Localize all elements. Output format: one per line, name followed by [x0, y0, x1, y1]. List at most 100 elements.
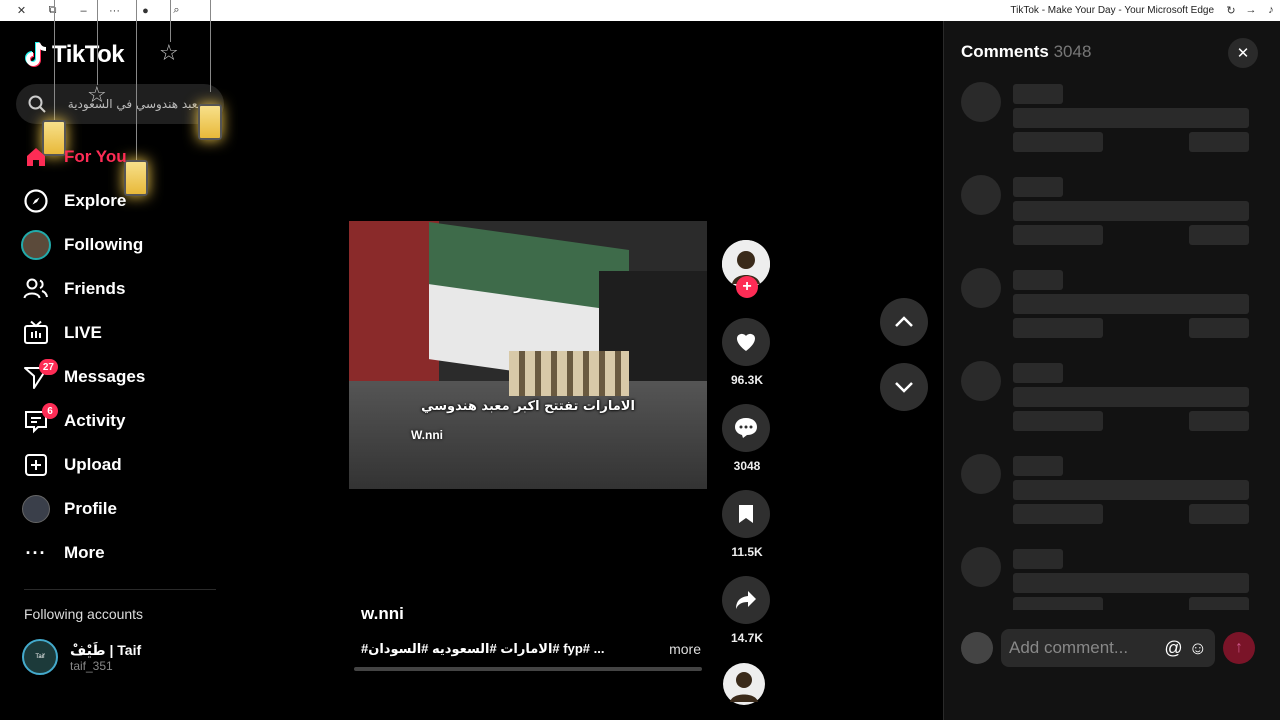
sidebar-divider — [24, 589, 216, 590]
video-player[interactable]: الامارات تفتتح اكبر معبد هندوسي W.nni — [349, 221, 707, 489]
previous-video-button[interactable] — [880, 298, 928, 346]
profile-avatar-icon — [20, 493, 52, 525]
nav-label: Following — [64, 235, 144, 254]
more-dots-icon[interactable]: ··· — [99, 0, 130, 21]
share-count: 14.7K — [730, 631, 764, 645]
nav-label: Friends — [64, 279, 126, 298]
comment-input-box[interactable]: @ ☺ — [1001, 629, 1215, 667]
comments-header: Comments 3048 — [961, 42, 1091, 62]
like-button[interactable] — [722, 318, 770, 366]
activity-icon: 6 — [20, 403, 58, 437]
tiktok-logo-icon — [25, 42, 47, 67]
arrow-up-icon: ↑ — [1235, 639, 1243, 656]
creator-avatar[interactable]: + — [722, 240, 770, 298]
nav-item-for-you[interactable]: For You — [20, 135, 220, 179]
nav-item-messages[interactable]: 27 Messages — [20, 355, 220, 399]
save-button[interactable] — [722, 490, 770, 538]
comment-input[interactable] — [1009, 638, 1159, 658]
share-button[interactable] — [722, 576, 770, 624]
nav-item-upload[interactable]: Upload — [20, 443, 220, 487]
forward-icon[interactable]: → — [1244, 3, 1258, 17]
nav-label: LIVE — [64, 323, 102, 342]
comments-count: 3048 — [1053, 42, 1092, 61]
more-button[interactable]: more — [669, 641, 701, 657]
comment-icon — [735, 418, 757, 438]
bookmark-icon — [739, 505, 753, 523]
restore-icon[interactable]: ⧉ — [37, 0, 68, 21]
nav-label: Messages — [64, 367, 146, 386]
save-count: 11.5K — [731, 545, 763, 559]
heart-icon — [736, 333, 756, 351]
nav-item-explore[interactable]: Explore — [20, 179, 220, 223]
chevron-up-icon — [895, 316, 913, 327]
nav-item-friends[interactable]: Friends — [20, 267, 220, 311]
close-comments-button[interactable]: ✕ — [1228, 38, 1258, 68]
nav-label: Upload — [64, 455, 122, 474]
nav-item-profile[interactable]: Profile — [20, 487, 220, 531]
following-avatar-icon — [20, 229, 52, 261]
comment-count: 3048 — [733, 459, 761, 473]
chevron-down-icon — [895, 382, 913, 393]
nav-item-activity[interactable]: 6 Activity — [20, 399, 220, 443]
comment-input-row: @ ☺ ↑ — [961, 629, 1261, 667]
post-comment-button[interactable]: ↑ — [1223, 632, 1255, 664]
sidebar: TikTok ☆ ☆ For You Explore Following — [0, 0, 240, 720]
search-bar[interactable] — [16, 84, 224, 124]
tiktok-favicon-icon: ♪ — [1268, 4, 1274, 16]
action-bar: + 96.3K 3048 11.5K 14.7K — [722, 240, 772, 711]
refresh-icon[interactable]: ↻ — [1224, 3, 1238, 17]
video-frame-stage — [349, 381, 707, 489]
live-tv-icon — [20, 317, 52, 349]
minimize-icon[interactable]: – — [68, 0, 99, 21]
video-caption-overlay: الامارات تفتتح اكبر معبد هندوسي — [421, 399, 635, 414]
nav-item-following[interactable]: Following — [20, 223, 220, 267]
comments-title: Comments — [961, 42, 1049, 61]
comment-button[interactable] — [722, 404, 770, 452]
nav-label: For You — [64, 147, 127, 166]
compass-icon — [20, 185, 52, 217]
video-progress-bar[interactable] — [354, 667, 702, 671]
nav-label: More — [64, 543, 105, 562]
more-icon: ··· — [25, 542, 47, 563]
like-count: 96.3K — [730, 373, 764, 387]
main-nav: For You Explore Following Friends LIVE 2… — [20, 135, 220, 575]
search-input[interactable] — [54, 97, 204, 111]
following-accounts-heading: Following accounts — [24, 606, 144, 622]
star-decoration: ☆ — [159, 40, 179, 65]
upload-icon — [20, 449, 52, 481]
search-icon — [28, 95, 46, 113]
current-user-avatar — [961, 632, 993, 664]
video-frame-flag — [349, 221, 439, 391]
home-icon — [20, 141, 52, 173]
logo-text: TikTok — [52, 41, 125, 68]
nav-item-more[interactable]: ··· More — [20, 531, 220, 575]
share-arrow-icon — [736, 591, 756, 609]
nav-item-live[interactable]: LIVE — [20, 311, 220, 355]
mention-icon[interactable]: @ — [1164, 638, 1182, 659]
friends-icon — [20, 273, 52, 305]
close-window-icon[interactable]: ✕ — [6, 0, 37, 21]
close-icon: ✕ — [1236, 45, 1250, 62]
video-author[interactable]: w.nni — [361, 604, 404, 624]
account-handle: taif_351 — [70, 658, 113, 673]
account-avatar: Taif — [22, 639, 58, 675]
nav-label: Activity — [64, 411, 126, 430]
nav-label: Profile — [64, 499, 117, 518]
messages-badge: 27 — [38, 359, 58, 375]
sound-avatar-icon — [723, 663, 765, 705]
sound-avatar[interactable] — [722, 662, 772, 711]
search-icon[interactable]: ⌕ — [161, 0, 192, 21]
follow-plus-button[interactable]: + — [736, 276, 758, 298]
messages-icon: 27 — [20, 359, 58, 393]
nav-label: Explore — [64, 191, 127, 210]
next-video-button[interactable] — [880, 363, 928, 411]
emoji-icon[interactable]: ☺ — [1189, 638, 1207, 659]
following-account-item[interactable]: Taif طَيْفْ | Taif taif_351 — [22, 639, 141, 675]
video-description-row: #الامارات #السعوديه #السودان# fyp# ... m… — [361, 641, 701, 657]
video-description: #الامارات #السعوديه #السودان# fyp# ... — [361, 641, 605, 656]
profile-icon[interactable]: ● — [130, 0, 161, 21]
comment-skeleton — [961, 547, 1251, 610]
tiktok-logo[interactable]: TikTok — [24, 41, 125, 69]
comments-panel: Comments 3048 ✕ @ ☺ ↑ — [943, 21, 1280, 720]
account-name: طَيْفْ | Taif — [70, 641, 142, 658]
